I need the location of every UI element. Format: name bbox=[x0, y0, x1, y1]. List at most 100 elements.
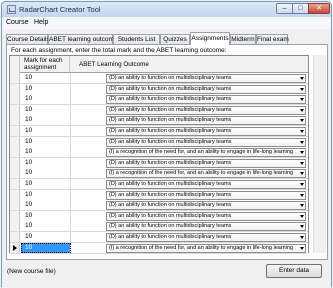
row-header[interactable] bbox=[10, 147, 20, 158]
mark-cell[interactable]: 10 bbox=[21, 126, 71, 136]
maximize-button[interactable]: □ bbox=[292, 3, 309, 14]
enter-data-button[interactable]: Enter data bbox=[266, 264, 322, 278]
mark-cell[interactable]: 10 bbox=[21, 94, 71, 105]
title-bar[interactable]: RadarChart Creator Tool – □ ✕ bbox=[2, 2, 331, 17]
chevron-down-icon[interactable] bbox=[300, 236, 304, 239]
chevron-down-icon[interactable] bbox=[300, 98, 304, 102]
row-header[interactable] bbox=[10, 115, 20, 126]
close-button[interactable]: ✕ bbox=[308, 3, 330, 14]
table-row[interactable]: 10 (D) an ability to function on multidis… bbox=[10, 104, 308, 116]
outcome-dropdown[interactable]: (D) an ability to function on multidisci… bbox=[106, 116, 306, 126]
table-row[interactable]: 10 (D) an ability to function on multidis… bbox=[10, 189, 308, 201]
row-header[interactable] bbox=[10, 168, 20, 179]
minimize-button[interactable]: – bbox=[276, 3, 293, 14]
chevron-down-icon[interactable] bbox=[300, 193, 304, 197]
outcome-dropdown[interactable]: (D) an ability to function on multidisci… bbox=[106, 190, 306, 200]
mark-cell[interactable]: 10 bbox=[21, 189, 71, 200]
table-row[interactable]: 10 (D) an ability to function on multidis… bbox=[10, 200, 308, 212]
row-header[interactable] bbox=[10, 242, 20, 253]
chevron-down-icon[interactable] bbox=[300, 172, 304, 176]
chevron-down-icon[interactable] bbox=[300, 151, 304, 155]
table-row[interactable]: 10 (I) a recognition of the need for, and… bbox=[10, 168, 308, 180]
tab-course-details[interactable]: Course Details bbox=[6, 34, 50, 44]
outcome-dropdown[interactable]: (D) an ability to function on multidisci… bbox=[106, 127, 306, 136]
mark-cell[interactable]: 10 bbox=[21, 115, 71, 126]
row-header[interactable] bbox=[10, 136, 20, 147]
outcome-dropdown[interactable]: (D) an ability to function on multidisci… bbox=[106, 158, 306, 168]
mark-cell[interactable]: 10 bbox=[21, 136, 71, 147]
mark-cell[interactable]: 10 bbox=[21, 73, 71, 83]
mark-cell[interactable]: 10 bbox=[21, 104, 71, 115]
mark-cell[interactable]: 10 bbox=[21, 179, 71, 189]
table-row[interactable]: 10 (D) an ability to function on multidis… bbox=[10, 179, 308, 190]
chevron-down-icon[interactable] bbox=[300, 204, 304, 208]
mark-cell[interactable]: 10 bbox=[21, 147, 71, 158]
outcome-dropdown[interactable]: (D) an ability to function on multidisci… bbox=[106, 84, 306, 94]
table-row[interactable]: 10 (D) an ability to function on multidis… bbox=[10, 73, 308, 84]
outcome-dropdown[interactable]: (I) a recognition of the need for, and a… bbox=[106, 169, 306, 179]
tab-assignments[interactable]: Assignments bbox=[190, 32, 230, 45]
chevron-down-icon[interactable] bbox=[300, 140, 304, 144]
outcome-dropdown[interactable]: (I) a recognition of the need for, and a… bbox=[106, 243, 306, 253]
outcome-dropdown[interactable]: (D) an ability to function on multidisci… bbox=[106, 222, 306, 232]
row-header[interactable] bbox=[10, 83, 20, 94]
table-row[interactable]: 10 (I) a recognition of the need for, and… bbox=[10, 242, 308, 254]
chevron-down-icon[interactable] bbox=[300, 87, 304, 91]
row-header[interactable] bbox=[10, 104, 20, 115]
table-row[interactable]: 10 (D) an ability to function on multidis… bbox=[10, 126, 308, 137]
table-row[interactable]: 10 (D) an ability to function on multidis… bbox=[10, 210, 308, 222]
mark-cell[interactable]: 10 bbox=[21, 242, 71, 253]
chevron-down-icon[interactable] bbox=[300, 130, 304, 133]
tab-students-list[interactable]: Students List bbox=[113, 34, 160, 44]
mark-cell[interactable]: 10 bbox=[21, 221, 71, 232]
tab-midterm[interactable]: Midterm bbox=[230, 34, 256, 44]
row-header[interactable] bbox=[10, 200, 20, 211]
tab-abet-learning-outcomes[interactable]: ABET learning outcomes bbox=[48, 34, 121, 44]
table-row[interactable]: 10 (D) an ability to function on multidis… bbox=[10, 94, 308, 106]
column-header-outcome[interactable]: ABET Learning Outcome bbox=[79, 61, 149, 68]
mark-cell[interactable]: 10 bbox=[21, 200, 71, 211]
row-header[interactable] bbox=[10, 157, 20, 168]
table-row[interactable]: 10 (I) a recognition of the need for, and… bbox=[10, 147, 308, 159]
chevron-down-icon[interactable] bbox=[300, 108, 304, 112]
chevron-down-icon[interactable] bbox=[300, 183, 304, 186]
chevron-down-icon[interactable] bbox=[300, 246, 304, 250]
row-header[interactable] bbox=[10, 189, 20, 200]
menu-help[interactable]: Help bbox=[34, 19, 48, 26]
chevron-down-icon[interactable] bbox=[300, 77, 304, 80]
column-header-mark[interactable]: Mark for each assignment bbox=[22, 56, 70, 72]
outcome-dropdown[interactable]: (D) an ability to function on multidisci… bbox=[106, 180, 306, 189]
mark-cell[interactable]: 10 bbox=[21, 83, 71, 94]
outcome-dropdown[interactable]: (I) a recognition of the need for, and a… bbox=[106, 148, 306, 158]
table-row[interactable]: 10 (D) an ability to function on multidis… bbox=[10, 221, 308, 233]
outcome-dropdown[interactable]: (D) an ability to function on multidisci… bbox=[106, 211, 306, 221]
mark-cell[interactable]: 10 bbox=[21, 210, 71, 221]
outcome-dropdown[interactable]: (D) an ability to function on multidisci… bbox=[106, 137, 306, 147]
table-row[interactable]: 10 (D) an ability to function on multidis… bbox=[10, 115, 308, 127]
row-header[interactable] bbox=[10, 210, 20, 221]
table-row[interactable]: 10 (D) an ability to function on multidis… bbox=[10, 136, 308, 148]
outcome-dropdown[interactable]: (D) an ability to function on multidisci… bbox=[106, 95, 306, 105]
mark-cell[interactable]: 10 bbox=[21, 168, 71, 179]
tab-quizzes[interactable]: Quizzes bbox=[160, 34, 190, 44]
mark-cell[interactable]: 10 bbox=[21, 232, 71, 242]
row-header[interactable] bbox=[10, 94, 20, 105]
chevron-down-icon[interactable] bbox=[300, 214, 304, 218]
outcome-dropdown[interactable]: (D) an ability to function on multidisci… bbox=[106, 105, 306, 115]
row-header[interactable] bbox=[10, 73, 20, 83]
row-header[interactable] bbox=[10, 221, 20, 232]
outcome-dropdown[interactable]: (D) an ability to function on multidisci… bbox=[106, 74, 306, 83]
outcome-dropdown[interactable]: (D) an ability to function on multidisci… bbox=[106, 233, 306, 242]
mark-cell[interactable]: 10 bbox=[21, 157, 71, 168]
row-header[interactable] bbox=[10, 179, 20, 189]
row-header[interactable] bbox=[10, 232, 20, 242]
menu-course[interactable]: Course bbox=[6, 19, 29, 26]
table-row[interactable]: 10 (D) an ability to function on multidis… bbox=[10, 83, 308, 95]
table-row[interactable]: 10 (D) an ability to function on multidis… bbox=[10, 232, 308, 243]
table-row[interactable]: 10 (D) an ability to function on multidis… bbox=[10, 157, 308, 169]
chevron-down-icon[interactable] bbox=[300, 119, 304, 123]
outcome-dropdown[interactable]: (D) an ability to function on multidisci… bbox=[106, 201, 306, 211]
chevron-down-icon[interactable] bbox=[300, 161, 304, 165]
tab-final-exam[interactable]: Final exam bbox=[256, 34, 289, 44]
chevron-down-icon[interactable] bbox=[300, 225, 304, 229]
